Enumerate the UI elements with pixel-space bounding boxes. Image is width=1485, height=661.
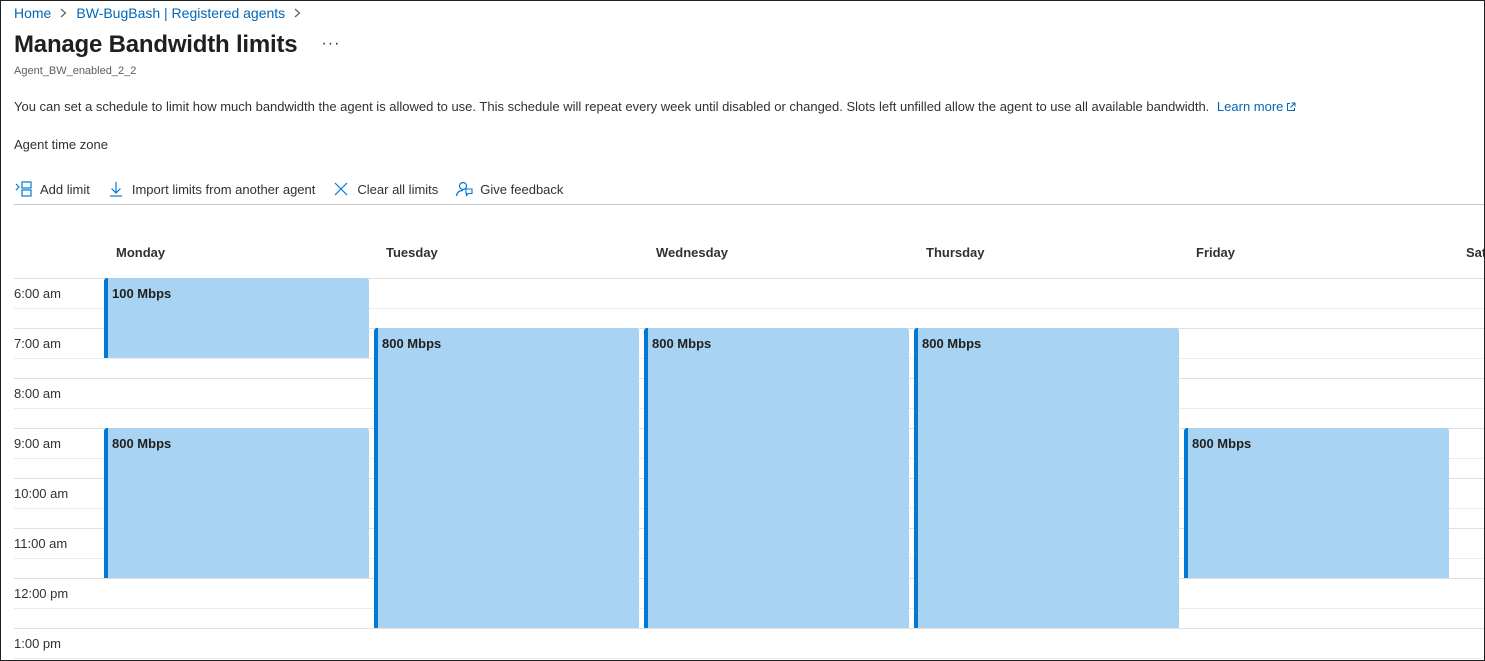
limit-block-label: 800 Mbps — [922, 336, 982, 351]
limit-block-monday[interactable]: 100 Mbps — [104, 278, 369, 358]
page-subtitle: Agent_BW_enabled_2_2 — [14, 65, 137, 77]
limit-block-friday[interactable]: 800 Mbps — [1184, 428, 1449, 578]
limit-block-label: 800 Mbps — [112, 436, 172, 451]
clear-all-limits-label: Clear all limits — [357, 181, 439, 197]
breadcrumb-home-link[interactable]: Home — [14, 5, 51, 21]
day-header-thursday: Thursday — [926, 245, 985, 260]
import-limits-button[interactable]: Import limits from another agent — [106, 173, 316, 205]
grid-line-hour — [14, 628, 1484, 629]
limit-block-monday[interactable]: 800 Mbps — [104, 428, 369, 578]
day-header-friday: Friday — [1196, 245, 1236, 260]
window-frame: Home BW-BugBash | Registered agents Mana… — [0, 0, 1485, 661]
time-label: 12:00 pm — [14, 586, 69, 601]
clear-all-limits-button[interactable]: Clear all limits — [331, 173, 438, 205]
limit-block-label: 800 Mbps — [652, 336, 712, 351]
add-limit-button[interactable]: Add limit — [14, 173, 90, 205]
grid-line-half-hour — [14, 658, 1484, 659]
time-label: 7:00 am — [14, 336, 61, 351]
time-label: 1:00 pm — [14, 636, 61, 651]
time-label: 8:00 am — [14, 386, 61, 401]
title-row: Manage Bandwidth limits ··· — [14, 31, 340, 59]
chevron-right-icon — [60, 8, 67, 18]
weekly-schedule-calendar: Monday Tuesday Wednesday Thursday Friday Sat … — [1, 205, 1485, 660]
feedback-icon — [454, 179, 474, 199]
day-header-wednesday: Wednesday — [656, 245, 729, 260]
limit-block-tuesday[interactable]: 800 Mbps — [374, 328, 639, 628]
limit-block-thursday[interactable]: 800 Mbps — [914, 328, 1179, 628]
limit-block-wednesday[interactable]: 800 Mbps — [644, 328, 909, 628]
command-bar: Add limit Import limits from another age… — [14, 173, 579, 205]
learn-more-label: Learn more — [1216, 99, 1284, 114]
add-limit-label: Add limit — [40, 181, 90, 197]
time-label: 9:00 am — [14, 436, 61, 451]
time-label: 6:00 am — [14, 286, 61, 301]
give-feedback-label: Give feedback — [480, 181, 564, 197]
limit-block-label: 100 Mbps — [112, 286, 172, 301]
agent-time-zone-label: Agent time zone — [14, 137, 108, 152]
more-options-button[interactable]: ··· — [321, 35, 340, 53]
give-feedback-button[interactable]: Give feedback — [454, 173, 563, 205]
chevron-right-icon — [294, 8, 301, 18]
close-icon — [331, 179, 351, 199]
external-link-icon — [1286, 100, 1296, 115]
page-title: Manage Bandwidth limits — [14, 31, 298, 58]
import-limits-label: Import limits from another agent — [131, 181, 316, 197]
learn-more-link[interactable]: Learn more — [1217, 99, 1296, 114]
limit-block-label: 800 Mbps — [382, 336, 442, 351]
time-label: 10:00 am — [14, 486, 69, 501]
day-header-monday: Monday — [116, 245, 166, 260]
day-header-sat: Sat — [1466, 245, 1485, 260]
description-body: You can set a schedule to limit how much… — [14, 99, 1210, 114]
limit-block-label: 800 Mbps — [1192, 436, 1252, 451]
breadcrumb: Home BW-BugBash | Registered agents — [14, 5, 310, 21]
day-header-tuesday: Tuesday — [386, 245, 438, 260]
description-text: You can set a schedule to limit how much… — [14, 99, 1296, 115]
download-icon — [106, 179, 126, 199]
time-label: 11:00 am — [14, 536, 68, 551]
breadcrumb-registered-agents-link[interactable]: BW-BugBash | Registered agents — [76, 5, 285, 21]
add-limit-icon — [14, 179, 34, 199]
